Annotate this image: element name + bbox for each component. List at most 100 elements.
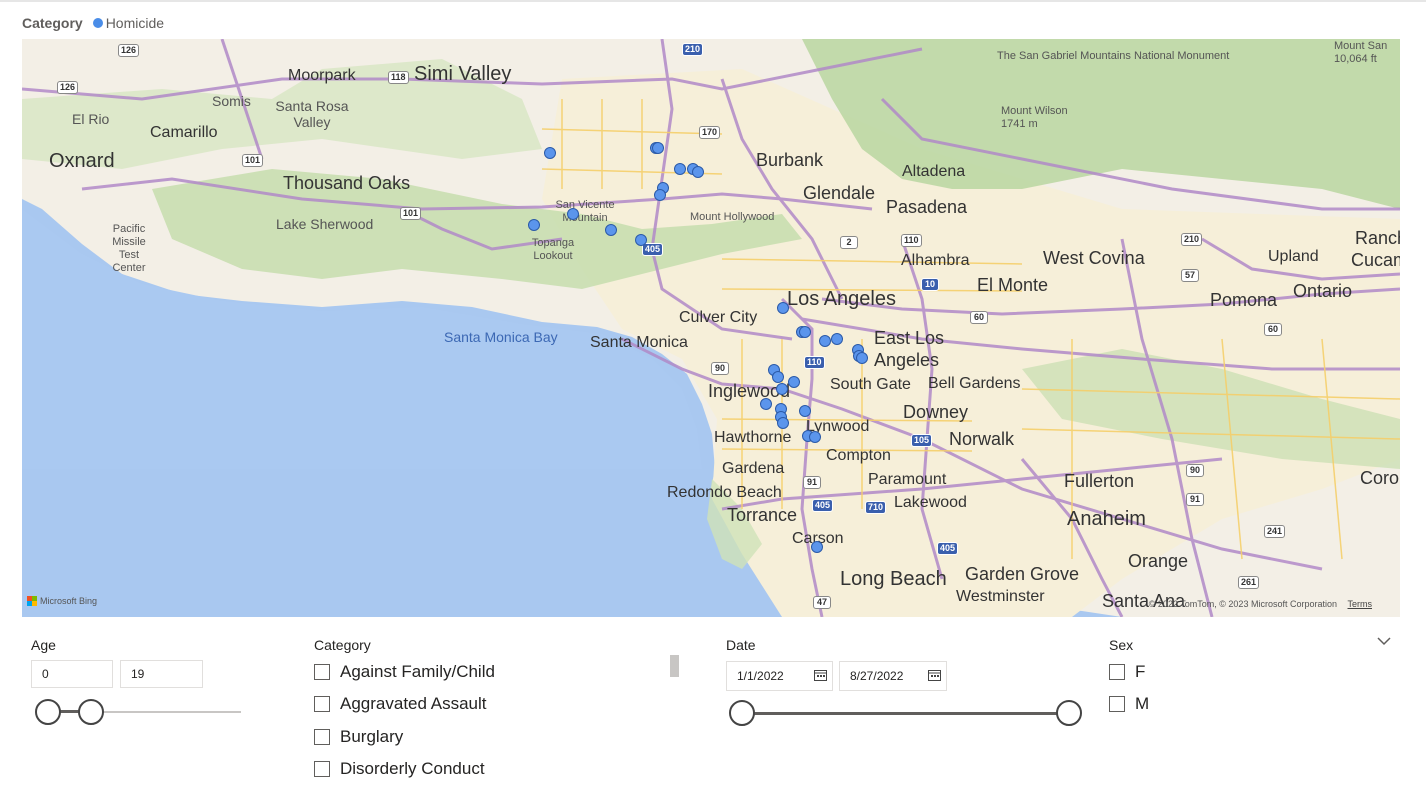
homicide-marker[interactable] — [787, 376, 800, 389]
route-shield: 101 — [242, 154, 264, 167]
category-option[interactable]: Aggravated Assault — [314, 694, 486, 714]
date-slider-end-thumb[interactable] — [1056, 700, 1082, 726]
label-south-gate: South Gate — [830, 376, 911, 393]
label-anaheim: Anaheim — [1067, 508, 1146, 530]
route-shield: 405 — [642, 243, 664, 256]
label-santa-rosa-valley: Santa Rosa Valley — [275, 98, 349, 130]
microsoft-logo-icon — [27, 596, 37, 606]
label-sg-monument: The San Gabriel Mountains National Monum… — [997, 50, 1230, 62]
label-upland: Upland — [1268, 248, 1319, 265]
map-copyright: © 2022 TomTom, © 2023 Microsoft Corporat… — [1149, 599, 1372, 609]
label-alhambra: Alhambra — [901, 252, 970, 269]
label-camarillo: Camarillo — [150, 124, 218, 141]
copyright-text: © 2022 TomTom, © 2023 Microsoft Corporat… — [1148, 599, 1337, 609]
terms-link[interactable]: Terms — [1348, 599, 1373, 609]
route-shield: 210 — [1181, 233, 1203, 246]
age-min-input[interactable]: 0 — [31, 660, 113, 688]
label-lake-sherwood: Lake Sherwood — [276, 216, 374, 232]
label-santa-monica-bay: Santa Monica Bay — [444, 329, 558, 345]
label-el-rio: El Rio — [72, 111, 110, 127]
label-glendale: Glendale — [803, 183, 876, 203]
label-los-angeles: Los Angeles — [787, 288, 896, 310]
top-border — [0, 0, 1426, 2]
homicide-marker[interactable] — [544, 146, 557, 159]
label-norwalk: Norwalk — [949, 429, 1015, 449]
label-east-la: East Los Angeles — [874, 328, 945, 370]
checkbox[interactable] — [1109, 664, 1125, 680]
sex-option[interactable]: M — [1109, 694, 1149, 714]
label-simi-valley: Simi Valley — [414, 63, 512, 85]
legend-label-homicide[interactable]: Homicide — [106, 15, 164, 31]
category-option[interactable]: Against Family/Child — [314, 662, 495, 682]
age-slider-min-thumb[interactable] — [35, 699, 61, 725]
label-compton: Compton — [826, 447, 891, 464]
map-view[interactable]: Moorpark Simi Valley Somis Santa Rosa Va… — [22, 39, 1400, 617]
homicide-marker[interactable] — [855, 351, 868, 364]
route-shield: 10 — [921, 278, 939, 291]
route-shield: 101 — [400, 207, 422, 220]
homicide-marker[interactable] — [604, 223, 617, 236]
label-rancho: Ranch — [1355, 228, 1400, 248]
route-shield: 105 — [911, 434, 933, 447]
checkbox[interactable] — [314, 729, 330, 745]
label-pomona: Pomona — [1210, 290, 1278, 310]
category-option[interactable]: Disorderly Conduct — [314, 759, 485, 779]
homicide-marker[interactable] — [528, 218, 541, 231]
checkbox[interactable] — [1109, 696, 1125, 712]
label-fullerton: Fullerton — [1064, 471, 1135, 491]
route-shield: 210 — [682, 43, 704, 56]
bing-logo-text: Microsoft Bing — [40, 596, 98, 606]
calendar-icon[interactable] — [928, 669, 941, 681]
homicide-marker[interactable] — [674, 162, 687, 175]
homicide-marker[interactable] — [799, 325, 812, 338]
homicide-marker[interactable] — [809, 430, 822, 443]
label-pasadena: Pasadena — [886, 197, 968, 217]
homicide-marker[interactable] — [830, 333, 843, 346]
route-shield: 241 — [1264, 525, 1286, 538]
category-option-label: Disorderly Conduct — [340, 759, 485, 778]
category-filter-title: Category — [314, 637, 371, 653]
date-end-value: 8/27/2022 — [850, 669, 904, 683]
checkbox[interactable] — [314, 664, 330, 680]
label-pacific-missile: Pacific Missile Test Center — [112, 223, 146, 274]
label-burbank: Burbank — [756, 150, 824, 170]
checkbox[interactable] — [314, 761, 330, 777]
category-option-label: Against Family/Child — [340, 662, 495, 681]
date-end-input[interactable]: 8/27/2022 — [839, 661, 947, 691]
route-shield: 170 — [699, 126, 721, 139]
label-paramount: Paramount — [868, 471, 947, 488]
route-shield: 91 — [803, 476, 821, 489]
category-list-scrollbar[interactable] — [670, 655, 679, 677]
checkbox[interactable] — [314, 696, 330, 712]
label-topanga: Topanga Lookout — [531, 237, 575, 262]
route-shield: 126 — [118, 44, 140, 57]
sex-filter-title: Sex — [1109, 637, 1134, 653]
sex-option-label: F — [1135, 662, 1146, 681]
label-corona: Coro — [1360, 468, 1400, 488]
label-bell-gardens: Bell Gardens — [928, 375, 1021, 392]
label-moorpark: Moorpark — [288, 67, 356, 84]
calendar-icon[interactable] — [814, 669, 827, 681]
label-gardena: Gardena — [722, 460, 785, 477]
route-shield: 261 — [1238, 576, 1260, 589]
age-max-input[interactable]: 19 — [120, 660, 203, 688]
category-option[interactable]: Burglary — [314, 727, 403, 747]
label-culver-city: Culver City — [679, 309, 758, 326]
homicide-marker[interactable] — [691, 166, 704, 179]
homicide-marker[interactable] — [810, 540, 823, 553]
sex-option-label: M — [1135, 694, 1150, 713]
route-shield: 91 — [1186, 493, 1204, 506]
route-shield: 405 — [937, 542, 959, 555]
sex-option[interactable]: F — [1109, 662, 1145, 682]
date-slider-start-thumb[interactable] — [729, 700, 755, 726]
route-shield: 90 — [711, 362, 729, 375]
label-somis: Somis — [212, 93, 251, 109]
date-start-input[interactable]: 1/1/2022 — [726, 661, 833, 691]
chevron-down-icon[interactable] — [1377, 636, 1391, 646]
homicide-marker[interactable] — [652, 141, 665, 154]
legend-title: Category — [22, 15, 83, 31]
label-torrance: Torrance — [727, 505, 798, 525]
route-shield: 60 — [1264, 323, 1282, 336]
homicide-marker[interactable] — [776, 301, 789, 314]
age-slider-max-thumb[interactable] — [78, 699, 104, 725]
